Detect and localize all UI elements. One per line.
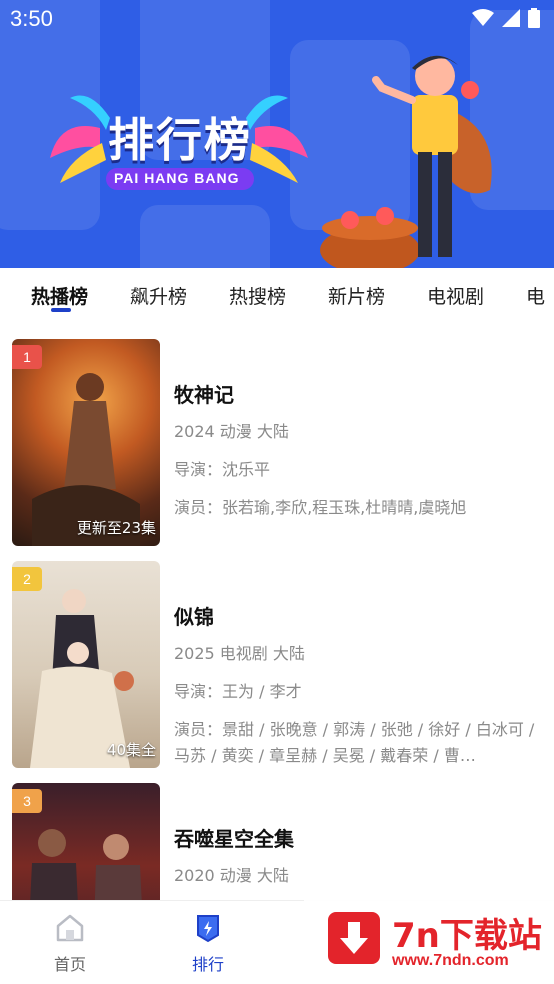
battery-icon [528,8,540,28]
item-title[interactable]: 似锦 [174,601,214,630]
watermark-title: 7n下载站 [392,916,542,956]
watermark: 7n下载站 www.7ndn.com [304,890,554,984]
rank-badge: 2 [12,567,42,591]
tab-rising[interactable]: 飙升榜 [130,282,187,309]
item-director: 导演：沈乐平 [174,460,271,479]
signal-icon [502,9,520,27]
item-year-genre: 2024 动漫 大陆 [174,422,289,441]
tab-tv-series[interactable]: 电视剧 [427,282,484,309]
item-cast: 演员：张若瑜,李欣,程玉珠,杜晴晴,虞晓旭 [174,498,467,517]
active-tab-indicator [51,308,71,312]
ranking-tabs: 热播榜 飙升榜 热搜榜 新片榜 电视剧 电 [0,268,554,320]
nav-ranking-label: 排行 [191,955,224,974]
ranking-icon [197,915,219,943]
tab-hot-search[interactable]: 热搜榜 [229,282,286,309]
item-year-genre: 2025 电视剧 大陆 [174,644,305,663]
banner: 3:50 排行榜 PAI HANG BANG [0,0,554,268]
list-item[interactable]: 3 吞噬星空全集 2020 动漫 大陆 [0,783,554,900]
episode-count: 更新至23集 [76,519,156,537]
wifi-icon [472,9,494,26]
banner-title: 排行榜 [108,113,252,167]
item-title[interactable]: 牧神记 [174,379,234,408]
list-item[interactable]: 1 更新至23集 牧神记 2024 动漫 大陆 导演：沈乐平 演员：张若瑜,李欣… [0,339,554,561]
tab-new-release[interactable]: 新片榜 [328,282,385,309]
watermark-logo [328,912,380,964]
nav-home-label: 首页 [53,955,86,974]
ranking-list: 1 更新至23集 牧神记 2024 动漫 大陆 导演：沈乐平 演员：张若瑜,李欣… [0,320,554,900]
poster-image[interactable]: 2 40集全 [12,561,160,768]
poster-figure-icon [30,589,134,768]
tab-hot-play[interactable]: 热播榜 [31,282,88,309]
episode-count: 40集全 [106,741,156,759]
watermark-url: www.7ndn.com [392,952,509,969]
poster-image[interactable]: 1 更新至23集 [12,339,160,546]
rank-badge: 3 [12,789,42,813]
poster-image[interactable]: 3 [12,783,160,900]
item-title[interactable]: 吞噬星空全集 [174,823,294,852]
mascot-illustration-icon [320,55,492,268]
status-bar: 3:50 [0,0,554,38]
nav-home[interactable]: 首页 [40,913,100,975]
item-director: 导演：王为 / 李才 [174,682,302,701]
list-item[interactable]: 2 40集全 似锦 2025 电视剧 大陆 导演：王为 / 李才 演员：景甜 /… [0,561,554,783]
tab-more[interactable]: 电 [526,282,545,309]
nav-ranking[interactable]: 排行 [178,913,238,975]
item-year-genre: 2020 动漫 大陆 [174,866,289,885]
rank-badge: 1 [12,345,42,369]
poster-figure-icon [32,373,140,546]
download-arrow-icon [340,922,368,954]
home-icon [56,914,84,942]
status-time: 3:50 [10,6,53,31]
item-cast: 演员：景甜 / 张晚意 / 郭涛 / 张弛 / 徐好 / 白冰可 / 马苏 / … [174,720,535,765]
banner-logo: 排行榜 PAI HANG BANG [40,88,320,198]
banner-subtitle: PAI HANG BANG [114,170,240,186]
